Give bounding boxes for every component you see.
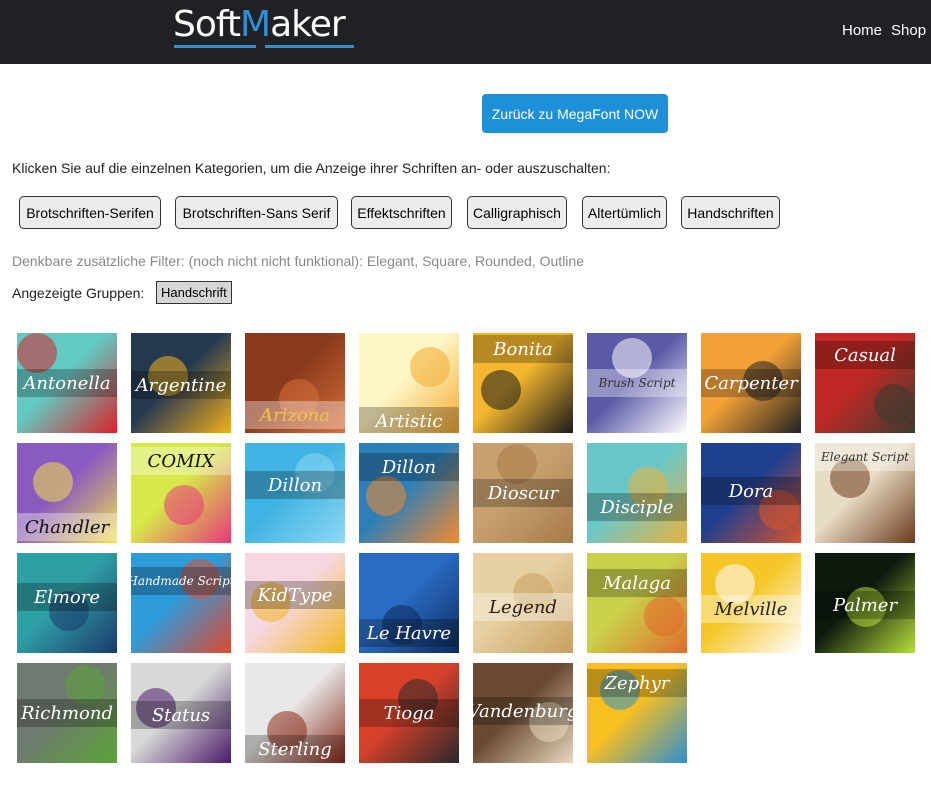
font-tile-richmond[interactable]: Richmond xyxy=(17,663,117,763)
font-tile-melville[interactable]: Melville xyxy=(701,553,801,653)
font-tile-legend[interactable]: Legend xyxy=(473,553,573,653)
font-tile-bonita[interactable]: Bonita xyxy=(473,333,573,433)
font-tile-label: Malaga xyxy=(587,569,687,597)
font-tile-casual[interactable]: Casual xyxy=(815,333,915,433)
softmaker-logo[interactable]: SoftMaker xyxy=(173,4,346,45)
font-tile-label: Dillon xyxy=(245,471,345,499)
font-tile-label: Palmer xyxy=(815,591,915,619)
font-tile-label: Artistic xyxy=(359,407,459,433)
font-tile-antonella[interactable]: Antonella xyxy=(17,333,117,433)
font-tile-label: Le Havre xyxy=(359,619,459,647)
font-tile-argentine[interactable]: Argentine xyxy=(131,333,231,433)
groups-label: Angezeigte Gruppen: xyxy=(12,285,145,301)
font-tile-label: Dioscur xyxy=(473,479,573,507)
font-tile-art xyxy=(644,596,684,636)
font-tile-label: Sterling xyxy=(245,735,345,763)
font-tile-comix[interactable]: COMIX xyxy=(131,443,231,543)
font-tile-dillon-2[interactable]: Dillon xyxy=(359,443,459,543)
font-tile-label: Antonella xyxy=(17,369,117,397)
font-tile-label: Elmore xyxy=(17,583,117,611)
font-tile-label: Carpenter xyxy=(701,369,801,397)
font-tile-dillon[interactable]: Dillon xyxy=(245,443,345,543)
font-tile-kidtype[interactable]: KidType xyxy=(245,553,345,653)
font-tile-label: Legend xyxy=(473,593,573,621)
font-tile-sterling[interactable]: Sterling xyxy=(245,663,345,763)
font-tile-art xyxy=(497,444,537,484)
font-tile-label: Argentine xyxy=(131,371,231,399)
font-tile-art xyxy=(410,347,450,387)
font-tile-label: Bonita xyxy=(473,335,573,363)
font-tile-elmore[interactable]: Elmore xyxy=(17,553,117,653)
category-button-sans-serif[interactable]: Brotschriften-Sans Serif xyxy=(175,196,338,229)
intro-text: Klicken Sie auf die einzelnen Kategorien… xyxy=(12,160,611,176)
font-tile-label: Zephyr xyxy=(587,669,687,697)
font-tile-tioga[interactable]: Tioga xyxy=(359,663,459,763)
top-navbar: SoftMaker Home Shop xyxy=(0,0,931,64)
font-tile-art xyxy=(164,485,204,525)
font-tile-carpenter[interactable]: Carpenter xyxy=(701,333,801,433)
category-button-calligraphisch[interactable]: Calligraphisch xyxy=(467,196,567,229)
font-tile-label: Arizona xyxy=(245,401,345,429)
font-tile-handmade-script[interactable]: Handmade Script xyxy=(131,553,231,653)
font-tile-label: KidType xyxy=(245,581,345,609)
font-tile-label: Chandler xyxy=(17,513,117,541)
category-button-serifen[interactable]: Brotschriften-Serifen xyxy=(19,196,161,229)
font-tile-label: Tioga xyxy=(359,699,459,727)
category-button-effekt[interactable]: Effektschriften xyxy=(351,196,452,229)
font-tile-dioscur[interactable]: Dioscur xyxy=(473,443,573,543)
font-tile-label: Elegant Script xyxy=(815,443,915,471)
font-tile-label: Handmade Script xyxy=(131,567,231,595)
font-tile-le-havre[interactable]: Le Havre xyxy=(359,553,459,653)
font-tile-label: Disciple xyxy=(587,493,687,521)
font-tile-disciple[interactable]: Disciple xyxy=(587,443,687,543)
font-tile-dora[interactable]: Dora xyxy=(701,443,801,543)
font-tile-label: Brush Script xyxy=(587,369,687,397)
font-tile-artistic[interactable]: Artistic xyxy=(359,333,459,433)
font-tile-label: Melville xyxy=(701,595,801,623)
font-tile-art xyxy=(17,333,57,373)
font-tile-brush-script[interactable]: Brush Script xyxy=(587,333,687,433)
nav-shop-link[interactable]: Shop xyxy=(891,22,926,39)
font-tile-status[interactable]: Status xyxy=(131,663,231,763)
font-tile-arizona[interactable]: Arizona xyxy=(245,333,345,433)
group-tag-handschrift[interactable]: Handschrift xyxy=(156,281,232,304)
font-tile-zephyr[interactable]: Zephyr xyxy=(587,663,687,763)
font-tile-vandenburg[interactable]: Vandenburg xyxy=(473,663,573,763)
logo-aker: aker xyxy=(270,4,346,45)
font-tile-art xyxy=(33,462,73,502)
filters-note: Denkbare zusätzliche Filter: (noch nicht… xyxy=(12,253,584,269)
font-tile-art xyxy=(481,370,521,410)
font-tile-chandler[interactable]: Chandler xyxy=(17,443,117,543)
font-tile-label: Richmond xyxy=(17,699,117,727)
font-tile-art xyxy=(874,384,914,424)
back-to-megafont-button[interactable]: Zurück zu MegaFont NOW xyxy=(482,94,668,133)
category-button-handschriften[interactable]: Handschriften xyxy=(681,196,780,229)
font-tile-label: Status xyxy=(131,701,231,729)
font-tile-malaga[interactable]: Malaga xyxy=(587,553,687,653)
font-tile-elegant-script[interactable]: Elegant Script xyxy=(815,443,915,543)
font-tile-label: COMIX xyxy=(131,447,231,475)
logo-m: M xyxy=(240,4,271,45)
logo-gap xyxy=(256,43,265,49)
font-tile-label: Casual xyxy=(815,341,915,369)
category-button-altertuemlich[interactable]: Altertümlich xyxy=(582,196,667,229)
logo-soft: Soft xyxy=(173,4,241,45)
font-tile-label: Vandenburg xyxy=(473,697,573,725)
font-tile-art xyxy=(366,476,406,516)
font-tile-label: Dora xyxy=(701,477,801,505)
nav-home-link[interactable]: Home xyxy=(842,22,882,39)
font-tile-palmer[interactable]: Palmer xyxy=(815,553,915,653)
font-tile-label: Dillon xyxy=(359,453,459,481)
